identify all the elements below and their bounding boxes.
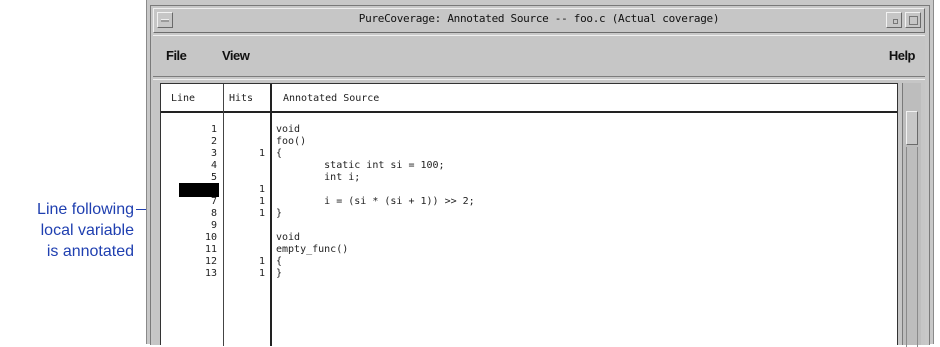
annotated-source-list[interactable]: Line Hits Annotated Source 1 void 2 foo(… [160,83,898,346]
source-code: void [276,124,301,135]
source-code: foo() [276,136,307,147]
window-title: PureCoverage: Annotated Source -- foo.c … [358,12,720,25]
line-number: 3 [210,148,217,159]
column-header-source[interactable]: Annotated Source [283,93,379,104]
column-header-hits[interactable]: Hits [229,93,253,104]
line-number: 4 [210,160,217,171]
vertical-scrollbar[interactable] [902,83,921,347]
line-number: 1 [210,124,217,135]
window-menu-icon[interactable] [157,12,173,28]
content-panel: Line Hits Annotated Source 1 void 2 foo(… [153,79,925,347]
minimize-icon[interactable] [886,12,902,28]
table-row[interactable]: 4 static int si = 100; [161,160,897,172]
table-row[interactable]: 5 int i; [161,172,897,184]
line-number: 12 [204,256,217,267]
scrollbar-thumb[interactable] [906,111,918,145]
source-code: } [276,268,283,279]
hit-count: 1 [258,208,265,219]
source-code: { [276,256,283,267]
column-header-line[interactable]: Line [171,93,195,104]
callout-line-2: local variable [40,222,134,239]
hit-count: 1 [258,256,265,267]
maximize-icon[interactable] [905,12,921,28]
hit-count: 1 [258,196,265,207]
line-highlight [179,183,219,197]
line-number: 9 [210,220,217,231]
menu-view[interactable]: View [222,48,250,63]
source-code: { [276,148,283,159]
table-row-highlighted[interactable]: 6 1 [161,183,897,197]
menu-help[interactable]: Help [889,48,916,63]
line-number: 7 [210,196,217,207]
hit-count: 1 [258,148,265,159]
callout-line-3: is annotated [46,243,134,260]
source-code: void [276,232,301,243]
menu-bar: File View Help [153,35,925,77]
callout-annotation: Line following local variable is annotat… [0,199,134,262]
callout-line-1: Line following [37,201,134,218]
table-row[interactable]: 7 1 i = (si * (si + 1)) >> 2; [161,196,897,208]
source-code: empty_func() [276,244,349,255]
line-number: 8 [210,208,217,219]
table-row[interactable]: 13 1 } [161,268,897,280]
table-row[interactable]: 9 [161,220,897,232]
hit-count: 1 [258,268,265,279]
source-code: int i; [276,172,361,183]
table-row[interactable]: 10 void [161,232,897,244]
title-bar[interactable]: PureCoverage: Annotated Source -- foo.c … [153,8,925,33]
line-number: 11 [204,244,217,255]
scrollbar-track[interactable] [906,147,918,347]
hit-count: 1 [258,184,265,195]
line-number: 2 [210,136,217,147]
menu-file[interactable]: File [166,48,187,63]
line-number: 13 [204,268,217,279]
table-row[interactable]: 8 1 } [161,208,897,220]
app-window: PureCoverage: Annotated Source -- foo.c … [146,0,934,347]
table-row[interactable]: 12 1 { [161,256,897,268]
table-row[interactable]: 2 foo() [161,136,897,148]
source-code: static int si = 100; [276,160,445,171]
line-number: 6 [161,184,168,195]
source-code: i = (si * (si + 1)) >> 2; [276,196,475,207]
table-row[interactable]: 11 empty_func() [161,244,897,256]
line-number: 10 [204,232,217,243]
table-row[interactable]: 1 void [161,124,897,136]
table-row[interactable]: 3 1 { [161,148,897,160]
source-code: } [276,208,283,219]
